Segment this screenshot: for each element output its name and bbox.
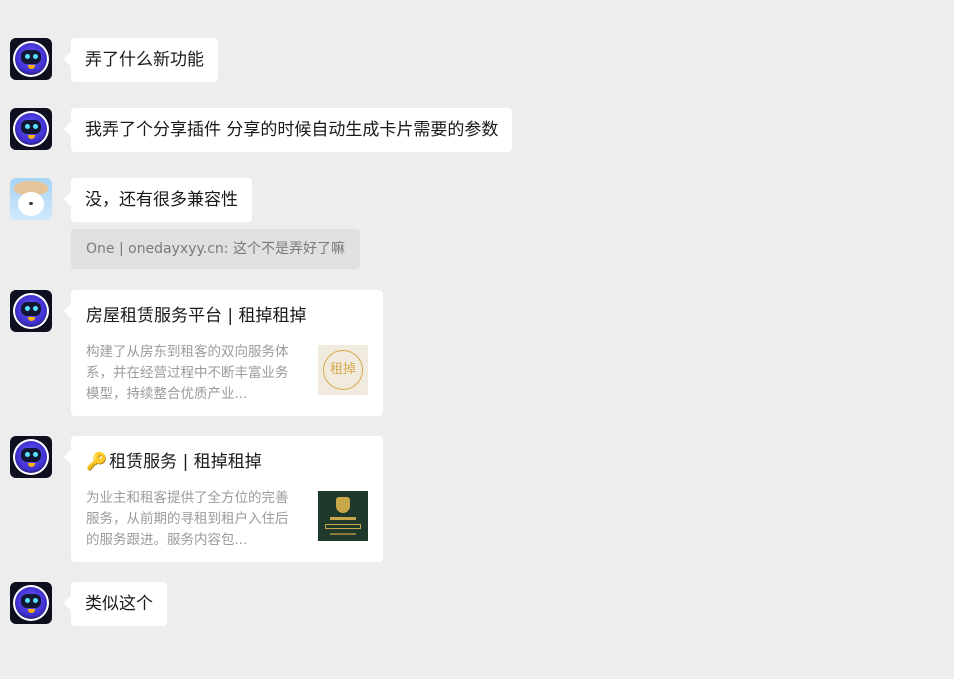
card-title-text: 租赁服务 | 租掉租掉 bbox=[109, 452, 262, 472]
card-thumbnail-logo: 租掉 bbox=[318, 345, 368, 395]
message-bubble[interactable]: 类似这个 bbox=[71, 582, 167, 626]
logo-glyph: 租掉 bbox=[329, 362, 356, 377]
message-bubble[interactable]: 弄了什么新功能 bbox=[71, 38, 218, 82]
bear-avatar-icon[interactable] bbox=[10, 178, 52, 220]
link-card[interactable]: 🔑 租赁服务 | 租掉租掉 为业主和租客提供了全方位的完善服务，从前期的寻租到租户… bbox=[71, 436, 383, 562]
robot-avatar-icon[interactable] bbox=[10, 290, 52, 332]
card-description: 构建了从房东到租客的双向服务体系，并在经营过程中不断丰富业务模型，持续整合优质产… bbox=[86, 344, 289, 402]
card-title: 房屋租赁服务平台 | 租掉租掉 bbox=[86, 306, 307, 326]
card-description: 为业主和租客提供了全方位的完善服务，从前期的寻租到租户入住后的服务跟进。服务内容… bbox=[86, 490, 289, 548]
robot-avatar-icon[interactable] bbox=[10, 582, 52, 624]
link-card[interactable]: 房屋租赁服务平台 | 租掉租掉 构建了从房东到租客的双向服务体系，并在经营过程中… bbox=[71, 290, 383, 416]
quoted-message[interactable]: One | onedayxyy.cn: 这个不是弄好了嘛 bbox=[71, 229, 360, 269]
key-icon: 🔑 bbox=[86, 452, 108, 472]
robot-avatar-icon[interactable] bbox=[10, 38, 52, 80]
card-thumbnail-image bbox=[318, 491, 368, 541]
message-bubble[interactable]: 我弄了个分享插件 分享的时候自动生成卡片需要的参数 bbox=[71, 108, 513, 152]
message-bubble[interactable]: 没，还有很多兼容性 bbox=[71, 178, 252, 222]
robot-avatar-icon[interactable] bbox=[10, 108, 52, 150]
robot-avatar-icon[interactable] bbox=[10, 436, 52, 478]
card-title: 🔑 租赁服务 | 租掉租掉 bbox=[86, 450, 373, 474]
